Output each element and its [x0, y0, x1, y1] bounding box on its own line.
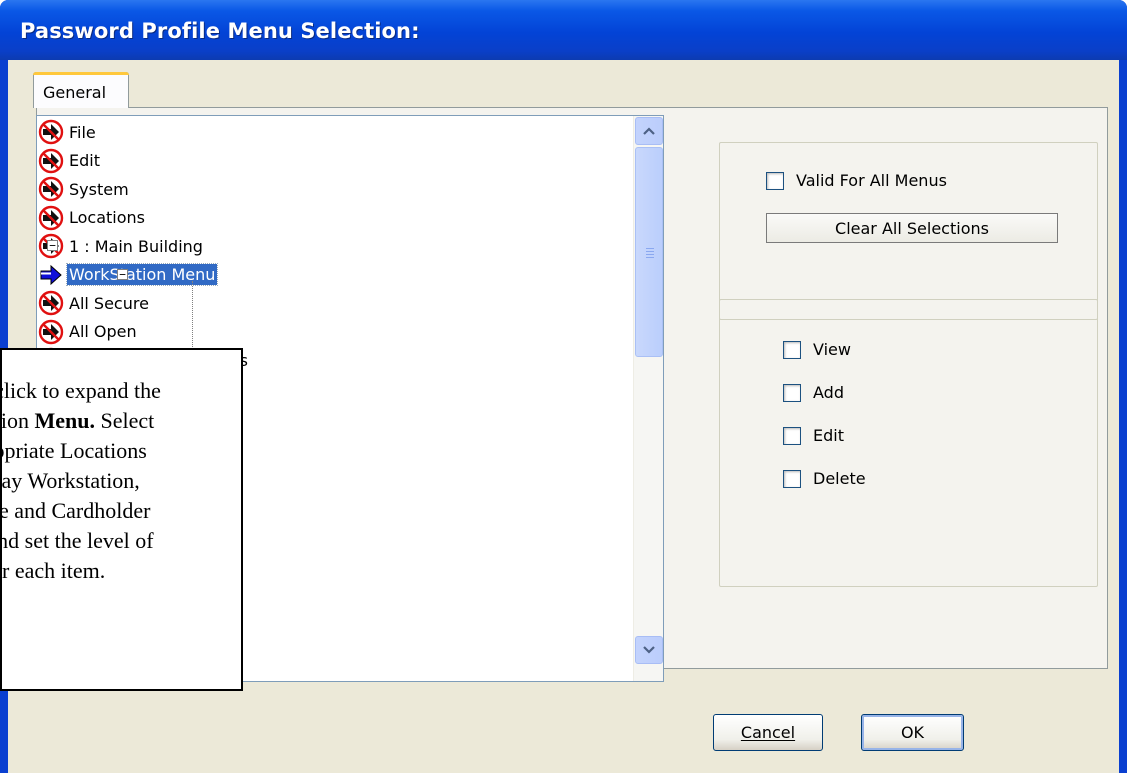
tab-general-label: General: [43, 83, 107, 102]
dialog-window: Password Profile Menu Selection: General…: [0, 0, 1127, 773]
no-entry-arrow-icon: [38, 319, 64, 344]
chevron-down-icon: [643, 646, 655, 654]
callout-line-4: Menus, say Workstation,: [1, 468, 140, 493]
delete-checkbox[interactable]: Delete: [783, 469, 866, 488]
callout-text: Double-click to expand the Workstation M…: [0, 376, 241, 586]
tab-general[interactable]: General: [33, 72, 129, 108]
chevron-up-icon: [643, 127, 655, 135]
tree-item-label: System: [69, 179, 129, 199]
no-entry-arrow-icon: [38, 205, 64, 230]
tree-item[interactable]: File: [37, 118, 98, 146]
no-entry-arrow-icon: [38, 290, 64, 316]
tree-item-label: 1 : Main Building: [69, 236, 203, 256]
tree-expander-minus[interactable]: −: [47, 240, 58, 251]
no-entry-arrow-icon: [38, 176, 64, 202]
cancel-button[interactable]: Cancel: [713, 714, 823, 751]
cancel-button-label: Cancel: [740, 723, 796, 742]
tree-item[interactable]: All Open: [37, 318, 139, 346]
view-checkbox[interactable]: View: [783, 340, 851, 359]
tree-item-label: All Open: [69, 322, 137, 341]
clear-all-selections-label: Clear All Selections: [835, 218, 989, 238]
valid-for-all-menus-label: Valid For All Menus: [796, 171, 947, 190]
callout-line-6: Menus and set the level of: [2, 528, 154, 553]
permissions-group: [719, 299, 1098, 587]
scroll-down-button[interactable]: [635, 636, 663, 664]
title-bar[interactable]: Password Profile Menu Selection:: [0, 0, 1127, 60]
tree-item[interactable]: System: [37, 175, 131, 203]
view-checkbox-label: View: [813, 340, 851, 359]
tree-item[interactable]: Edit: [37, 147, 102, 175]
delete-checkbox-box[interactable]: [783, 469, 801, 488]
add-checkbox[interactable]: Add: [783, 383, 844, 402]
ok-button-label: OK: [900, 723, 925, 742]
edit-checkbox-box[interactable]: [783, 426, 801, 445]
no-entry-arrow-icon: [38, 148, 64, 173]
add-checkbox-box[interactable]: [783, 383, 801, 402]
window-title: Password Profile Menu Selection:: [20, 19, 420, 43]
callout-line-2: Workstation Menu. Select: [0, 408, 155, 433]
delete-checkbox-label: Delete: [813, 469, 866, 488]
tree-item-label: Edit: [69, 151, 100, 170]
scroll-up-button[interactable]: [635, 117, 663, 145]
tree-vertical-scrollbar[interactable]: [633, 116, 663, 681]
view-checkbox-box[interactable]: [783, 340, 801, 359]
tree-item-label: All Secure: [69, 293, 149, 313]
tree-item-label: Locations: [69, 208, 146, 227]
callout-line-1: Double-click to expand the: [2, 378, 161, 403]
edit-checkbox-label: Edit: [813, 426, 844, 445]
add-checkbox-label: Add: [813, 383, 844, 402]
tree-item[interactable]: 1 : Main Building: [37, 232, 205, 260]
tree-expander-minus[interactable]: −: [117, 268, 128, 280]
valid-for-all-menus-checkbox[interactable]: Valid For All Menus: [766, 171, 947, 190]
clear-all-selections-button[interactable]: Clear All Selections: [766, 213, 1058, 243]
tree-item[interactable]: Locations: [37, 204, 147, 232]
instruction-callout: Double-click to expand the Workstation M…: [0, 348, 243, 691]
tree-item-label: File: [69, 122, 96, 142]
blue-arrow-icon: [40, 264, 62, 285]
callout-line-7: access for each item.: [2, 558, 106, 583]
no-entry-arrow-icon: [38, 119, 64, 145]
valid-for-all-menus-box[interactable]: [766, 171, 784, 190]
tree-item[interactable]: All Secure: [37, 289, 151, 317]
ok-button[interactable]: OK: [861, 714, 964, 751]
scroll-thumb[interactable]: [635, 147, 663, 357]
callout-line-3: the appropriate Locations: [2, 438, 147, 463]
callout-line-5: Hardware and Cardholder: [2, 498, 151, 523]
tree-item-label: WorkStation Menu: [65, 263, 219, 286]
edit-checkbox[interactable]: Edit: [783, 426, 844, 445]
